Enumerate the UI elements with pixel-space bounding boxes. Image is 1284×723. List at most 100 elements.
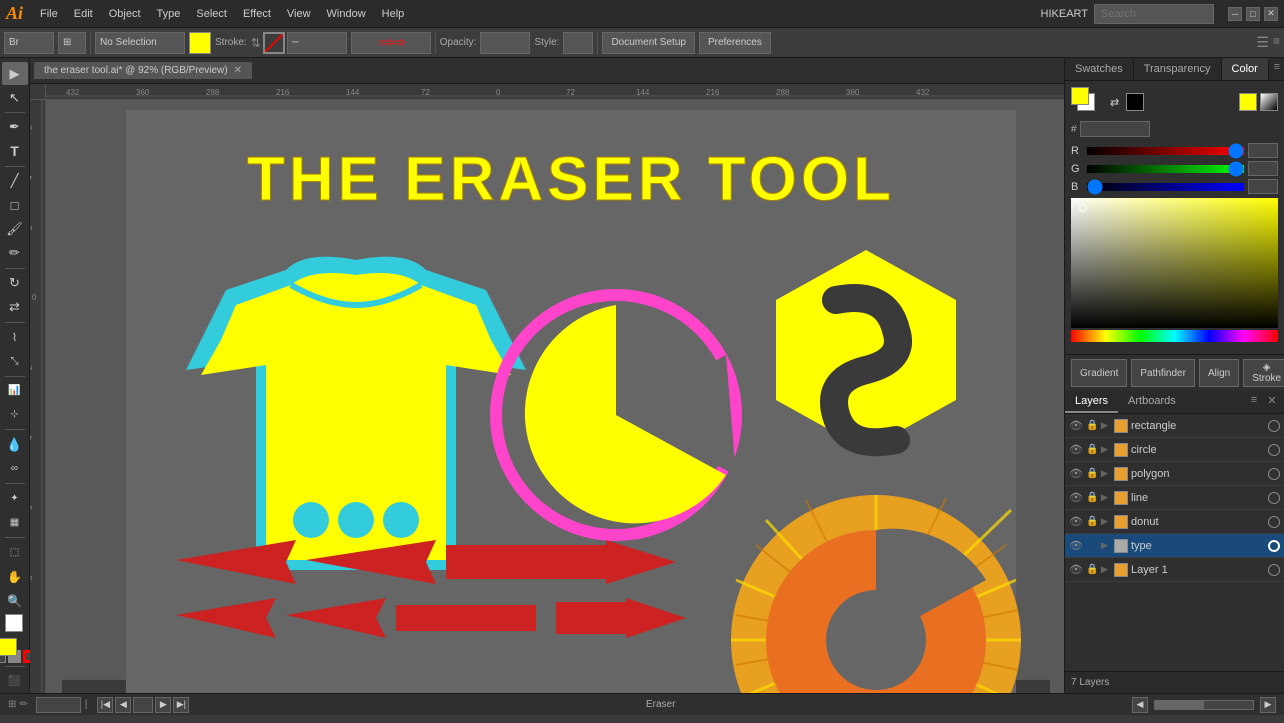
layer-row-line[interactable]: 👁 🔒 ▶ line xyxy=(1065,486,1284,510)
blend-tool[interactable]: ∞ xyxy=(2,457,28,480)
canvas-scroll[interactable]: THE ERASER TOOL xyxy=(46,100,1064,693)
scale-tool[interactable]: ⤡ xyxy=(2,350,28,373)
fg-color-swatch[interactable] xyxy=(0,638,17,656)
menu-view[interactable]: View xyxy=(280,6,318,22)
status-nav-right[interactable]: ▶ xyxy=(1260,697,1276,713)
b-value[interactable]: 0 xyxy=(1248,179,1278,194)
status-nav-left[interactable]: ◀ xyxy=(1132,697,1148,713)
last-page-btn[interactable]: ▶| xyxy=(173,697,189,713)
menu-help[interactable]: Help xyxy=(375,6,412,22)
stroke-arrows[interactable]: ⇅ xyxy=(251,36,261,50)
layer-expand-donut[interactable]: ▶ xyxy=(1101,516,1111,527)
color-gradient-picker[interactable] xyxy=(1071,198,1278,348)
layer-visibility-polygon[interactable]: 👁 xyxy=(1069,467,1083,481)
doc-setup-button[interactable]: Document Setup xyxy=(602,32,695,54)
close-button[interactable]: ✕ xyxy=(1264,7,1278,21)
eyedropper-tool[interactable]: 💧 xyxy=(2,433,28,456)
gradient-button[interactable]: Gradient xyxy=(1071,359,1127,387)
rotate-tool[interactable]: ↻ xyxy=(2,272,28,295)
stroke-size-dropdown[interactable]: ─ xyxy=(287,32,347,54)
b-slider[interactable] xyxy=(1087,183,1244,191)
selection-tool[interactable]: ▶ xyxy=(2,62,28,85)
menu-object[interactable]: Object xyxy=(102,6,148,22)
graph-tool[interactable]: 📊 xyxy=(2,379,28,402)
layer-expand-line[interactable]: ▶ xyxy=(1101,492,1111,503)
tab-swatches[interactable]: Swatches xyxy=(1065,58,1134,80)
first-page-btn[interactable]: |◀ xyxy=(97,697,113,713)
artboards-tab[interactable]: Artboards xyxy=(1118,391,1186,413)
stroke-button[interactable]: ◈ Stroke xyxy=(1243,359,1284,387)
layer-lock-polygon[interactable]: 🔒 xyxy=(1086,468,1098,480)
style-dropdown[interactable] xyxy=(563,32,593,54)
line-tool[interactable]: ╱ xyxy=(2,170,28,193)
layer-target-donut[interactable] xyxy=(1268,516,1280,528)
g-slider[interactable] xyxy=(1087,165,1244,173)
menu-edit[interactable]: Edit xyxy=(67,6,100,22)
search-input[interactable] xyxy=(1094,4,1214,24)
tab-color[interactable]: Color xyxy=(1222,58,1269,80)
layer-target-rectangle[interactable] xyxy=(1268,420,1280,432)
pen-tool[interactable]: ✒ xyxy=(2,116,28,139)
restore-button[interactable]: □ xyxy=(1246,7,1260,21)
layer-expand-circle[interactable]: ▶ xyxy=(1101,444,1111,455)
panel-menu-icon[interactable]: ≡ xyxy=(1269,61,1284,77)
column-graph-tool[interactable]: ▦ xyxy=(2,511,28,534)
swap-icon[interactable]: ⇄ xyxy=(1110,96,1119,109)
layer-expand-polygon[interactable]: ▶ xyxy=(1101,468,1111,479)
layers-menu-icon[interactable]: ≡ xyxy=(1246,394,1262,410)
menu-file[interactable]: File xyxy=(33,6,65,22)
layer-expand-rectangle[interactable]: ▶ xyxy=(1101,420,1111,431)
hex-input[interactable]: ffff00 xyxy=(1080,121,1150,137)
gradient-icon[interactable] xyxy=(1260,93,1278,111)
arrow-style-dropdown[interactable]: ⇒⇒ xyxy=(351,32,431,54)
pencil-tool[interactable]: ✏ xyxy=(2,242,28,265)
layer-row-circle[interactable]: 👁 🔒 ▶ circle xyxy=(1065,438,1284,462)
pan-tool[interactable]: ✋ xyxy=(2,565,28,588)
stroke-swatch[interactable] xyxy=(263,32,285,54)
next-page-btn[interactable]: ▶ xyxy=(155,697,171,713)
align-button[interactable]: Align xyxy=(1199,359,1239,387)
default-colors-btn[interactable] xyxy=(1126,93,1144,111)
solid-color-icon[interactable] xyxy=(1239,93,1257,111)
gradient-field[interactable] xyxy=(1071,198,1278,328)
layer-visibility-layer1[interactable]: 👁 xyxy=(1069,563,1083,577)
bg-color-swatch[interactable] xyxy=(5,614,23,632)
layer-visibility-donut[interactable]: 👁 xyxy=(1069,515,1083,529)
opacity-input[interactable]: 100% xyxy=(480,32,530,54)
doc-tab-close[interactable]: ✕ xyxy=(234,65,242,76)
layer-lock-rectangle[interactable]: 🔒 xyxy=(1086,420,1098,432)
tab-transparency[interactable]: Transparency xyxy=(1134,58,1222,80)
mesh-tool[interactable]: ⊹ xyxy=(2,403,28,426)
direct-selection-tool[interactable]: ↖ xyxy=(2,86,28,109)
type-tool[interactable]: T xyxy=(2,140,28,163)
preferences-button[interactable]: Preferences xyxy=(699,32,771,54)
layer-row-layer1[interactable]: 👁 🔒 ▶ Layer 1 xyxy=(1065,558,1284,582)
status-icon-2[interactable]: ✏ xyxy=(19,699,27,710)
layer-target-layer1[interactable] xyxy=(1268,564,1280,576)
layer-lock-line[interactable]: 🔒 xyxy=(1086,492,1098,504)
layer-visibility-circle[interactable]: 👁 xyxy=(1069,443,1083,457)
arrange-icon[interactable]: ☰ xyxy=(1256,34,1269,51)
layer-row-donut[interactable]: 👁 🔒 ▶ donut xyxy=(1065,510,1284,534)
layer-target-line[interactable] xyxy=(1268,492,1280,504)
layers-close-icon[interactable]: ✕ xyxy=(1264,394,1280,410)
fill-color-swatch[interactable] xyxy=(189,32,211,54)
options-icon[interactable]: ≡ xyxy=(1273,34,1280,51)
layer-row-polygon[interactable]: 👁 🔒 ▶ polygon xyxy=(1065,462,1284,486)
menu-select[interactable]: Select xyxy=(189,6,234,22)
page-input[interactable]: 1 xyxy=(133,697,153,713)
layer-expand-layer1[interactable]: ▶ xyxy=(1101,564,1111,575)
menu-effect[interactable]: Effect xyxy=(236,6,278,22)
document-tab[interactable]: the eraser tool.ai* @ 92% (RGB/Preview) … xyxy=(34,62,252,79)
minimize-button[interactable]: ─ xyxy=(1228,7,1242,21)
change-screen-mode-btn[interactable]: ⬛ xyxy=(2,670,28,693)
layer-visibility-type[interactable]: 👁 xyxy=(1069,539,1083,553)
layer-row-rectangle[interactable]: 👁 🔒 ▶ rectangle xyxy=(1065,414,1284,438)
pathfinder-button[interactable]: Pathfinder xyxy=(1131,359,1195,387)
layer-lock-layer1[interactable]: 🔒 xyxy=(1086,564,1098,576)
rect-tool[interactable]: □ xyxy=(2,194,28,217)
layer-target-circle[interactable] xyxy=(1268,444,1280,456)
status-icon-1[interactable]: ⊞ xyxy=(8,699,16,710)
zoom-input[interactable]: 92% xyxy=(36,697,81,713)
g-value[interactable]: 255 xyxy=(1248,161,1278,176)
